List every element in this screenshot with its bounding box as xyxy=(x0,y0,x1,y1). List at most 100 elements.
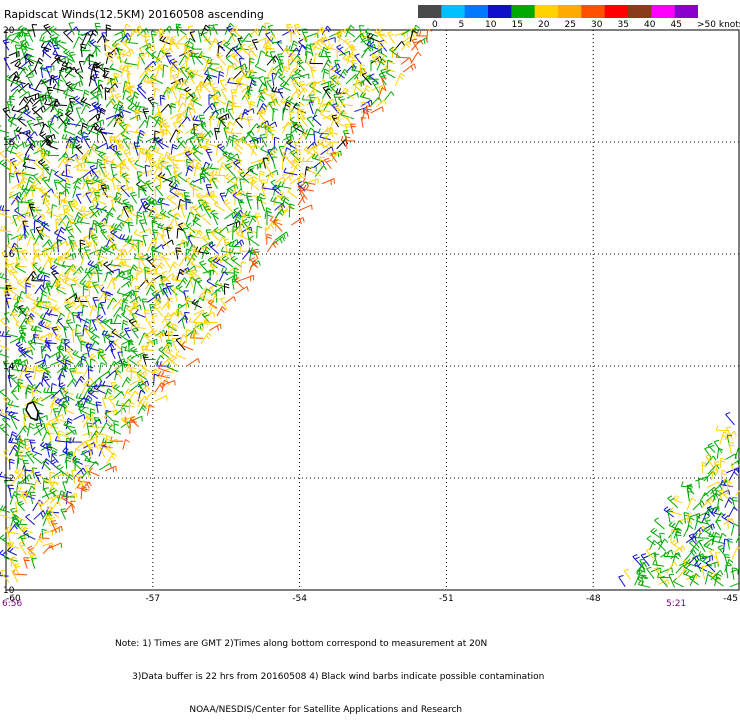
wind-barb xyxy=(247,197,253,210)
wind-barb xyxy=(64,327,69,338)
wind-barb xyxy=(341,100,353,106)
wind-barb xyxy=(671,540,682,551)
wind-barb xyxy=(174,289,179,301)
wind-barb xyxy=(43,377,50,388)
lat-tick-label: 18 xyxy=(3,138,15,148)
wind-barb xyxy=(64,127,76,136)
wind-barb xyxy=(32,559,37,569)
wind-barb xyxy=(315,166,326,177)
wind-barb xyxy=(708,443,715,453)
wind-barb xyxy=(411,52,421,64)
wind-barb xyxy=(224,128,229,140)
wind-barb xyxy=(121,270,131,276)
wind-barb xyxy=(74,414,85,419)
lon-tick-label: -51 xyxy=(439,594,454,604)
wind-barb xyxy=(131,319,138,331)
wind-barb xyxy=(283,108,288,120)
note-line: Note: 1) Times are GMT 2)Times along bot… xyxy=(115,639,544,650)
wind-barb xyxy=(54,180,60,190)
wind-barb xyxy=(224,284,229,295)
wind-barb xyxy=(268,25,275,36)
wind-barb xyxy=(693,501,704,510)
wind-barb xyxy=(211,66,222,71)
wind-barb xyxy=(121,281,131,287)
wind-barb xyxy=(371,97,382,106)
wind-barb xyxy=(84,247,90,260)
wind-barb xyxy=(177,228,182,238)
wind-barb xyxy=(63,482,68,492)
wind-barb xyxy=(34,233,43,245)
wind-barb xyxy=(322,179,335,185)
wind-barb xyxy=(35,80,45,91)
wind-barb xyxy=(100,302,105,315)
wind-barb xyxy=(178,303,189,309)
wind-barb xyxy=(82,305,88,316)
wind-map: -60-57-54-51-48-45201816141210 xyxy=(0,0,740,650)
wind-barb xyxy=(114,315,121,324)
wind-barb xyxy=(155,233,162,246)
wind-barb xyxy=(638,580,650,587)
wind-barb xyxy=(73,277,81,287)
wind-barb xyxy=(727,482,732,494)
wind-barb xyxy=(291,41,298,52)
wind-barb xyxy=(33,122,43,127)
wind-barb xyxy=(310,59,323,64)
wind-barb xyxy=(178,172,187,182)
time-right: 5:21 xyxy=(666,599,686,609)
wind-barb xyxy=(183,229,188,240)
wind-barb xyxy=(18,117,26,126)
wind-barb xyxy=(341,136,355,141)
wind-barb xyxy=(173,156,185,161)
wind-barb xyxy=(17,142,27,148)
wind-barb xyxy=(389,47,400,58)
wind-barb xyxy=(217,155,228,163)
wind-barb xyxy=(403,64,416,72)
wind-barb xyxy=(258,51,265,63)
wind-barb xyxy=(138,280,149,289)
wind-barb xyxy=(137,136,143,149)
wind-barb xyxy=(18,202,23,212)
wind-barb xyxy=(43,258,52,268)
wind-barb xyxy=(288,188,297,198)
wind-barb xyxy=(624,569,630,579)
wind-barb xyxy=(89,468,99,476)
wind-barb xyxy=(158,371,170,378)
wind-barb xyxy=(100,129,106,141)
wind-barb xyxy=(129,30,136,42)
wind-barb xyxy=(17,487,27,492)
wind-barb xyxy=(139,333,148,345)
wind-barb xyxy=(194,333,199,345)
wind-barb xyxy=(62,171,73,178)
wind-barb xyxy=(0,273,9,280)
wind-barb xyxy=(385,65,396,72)
wind-barb xyxy=(271,95,281,106)
wind-barb xyxy=(127,74,132,86)
wind-barb xyxy=(209,306,217,316)
wind-barb xyxy=(37,275,50,282)
wind-barb xyxy=(687,488,693,501)
wind-barb xyxy=(719,533,726,543)
wind-barb xyxy=(131,347,140,357)
wind-barb xyxy=(137,267,143,280)
wind-barb xyxy=(35,207,44,219)
wind-barb xyxy=(200,293,211,302)
wind-barb xyxy=(162,380,169,392)
wind-barb xyxy=(130,115,140,121)
wind-barb xyxy=(38,414,43,427)
wind-barb xyxy=(232,27,241,38)
wind-barb xyxy=(129,384,140,392)
wind-barb xyxy=(14,76,26,84)
note-line: NOAA/NESDIS/Center for Satellite Applica… xyxy=(115,705,544,716)
wind-barb xyxy=(131,367,136,379)
wind-barb xyxy=(200,53,211,64)
wind-barb xyxy=(120,49,131,56)
wind-barb xyxy=(323,69,329,79)
wind-barb xyxy=(311,67,317,78)
wind-barb xyxy=(107,453,117,464)
wind-barb xyxy=(44,388,58,393)
wind-barb xyxy=(323,86,330,98)
wind-barb xyxy=(309,102,314,114)
wind-barb xyxy=(65,406,74,414)
wind-barb xyxy=(25,212,31,226)
lat-tick-label: 16 xyxy=(3,250,15,260)
